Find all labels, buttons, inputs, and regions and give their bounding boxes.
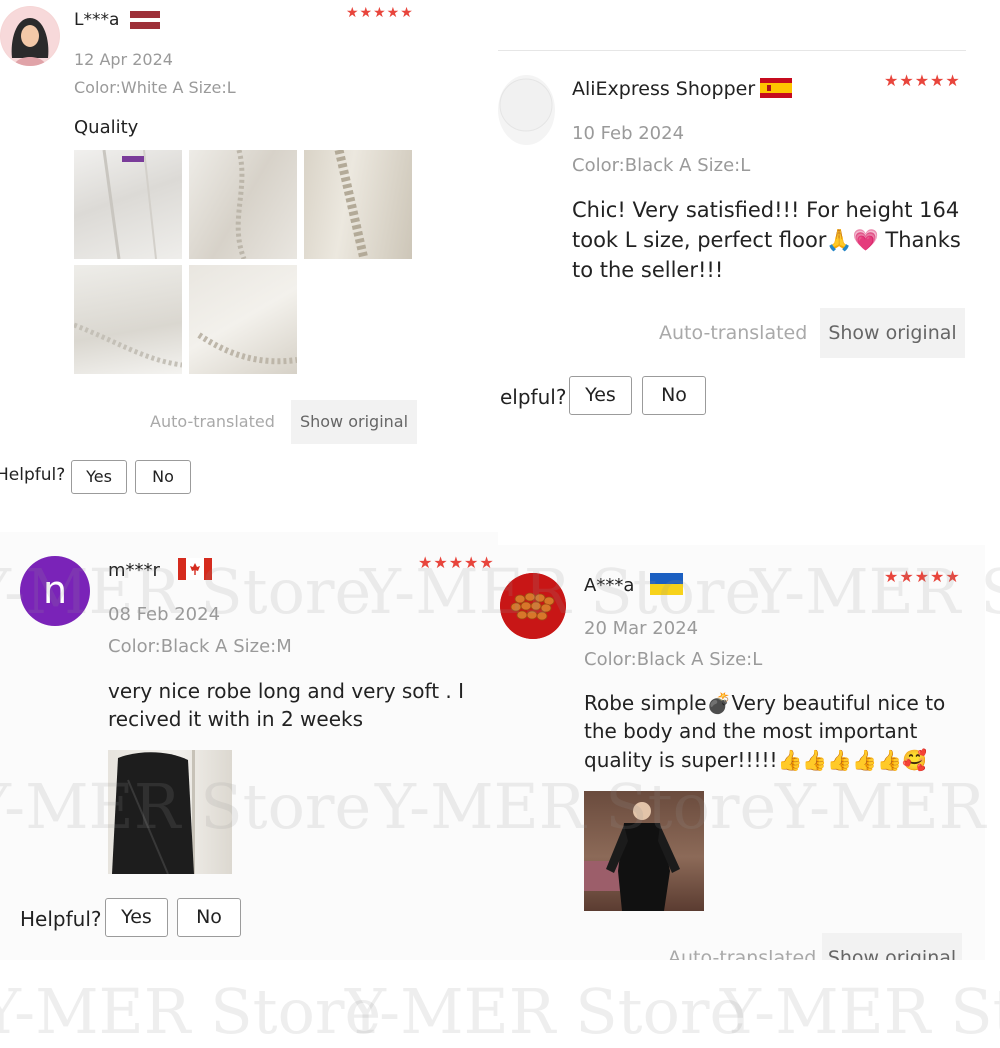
reviewer-name: m***r [108, 560, 160, 581]
reviewer-name: L***a [74, 10, 120, 30]
review-photo[interactable] [189, 150, 297, 259]
product-variant: Color:Black A Size:M [108, 636, 292, 657]
no-button[interactable]: No [642, 376, 706, 415]
auto-translated-label: Auto-translated [150, 412, 275, 431]
review-photo[interactable] [74, 150, 182, 259]
helpful-label: Helpful? [0, 465, 66, 485]
reviewer-name: AliExpress Shopper [572, 78, 756, 100]
star-rating: ★★★★★ [884, 567, 961, 586]
product-variant: Color:Black A Size:L [572, 155, 751, 176]
watermark: Y-MER Store [345, 975, 747, 1048]
review-card: L***a ★★★★★ 12 Apr 2024 Color:White A Si… [0, 0, 490, 515]
review-photo[interactable] [189, 265, 297, 374]
helpful-label: Helpful? [20, 907, 102, 931]
watermark: Y-MER Store [720, 975, 1000, 1048]
review-date: 12 Apr 2024 [74, 50, 173, 69]
review-text: Robe simple💣Very beautiful nice to the b… [584, 691, 946, 772]
show-original-button[interactable]: Show original [820, 308, 965, 358]
auto-translated-label: Auto-translated [668, 947, 817, 960]
yes-button[interactable]: Yes [569, 376, 632, 415]
avatar-letter: n [42, 568, 68, 612]
yes-button[interactable]: Yes [105, 898, 168, 937]
auto-translated-label: Auto-translated [659, 322, 808, 344]
review-text: Quality [74, 117, 139, 138]
yes-button[interactable]: Yes [71, 460, 127, 494]
spain-flag [760, 78, 792, 98]
avatar[interactable]: n [20, 556, 90, 626]
canada-flag [178, 558, 212, 580]
review-text: very nice robe long and very soft . I re… [108, 679, 465, 732]
review-photo[interactable] [74, 265, 182, 374]
no-button[interactable]: No [135, 460, 191, 494]
latvia-flag [130, 11, 160, 29]
star-rating: ★★★★★ [346, 5, 414, 21]
review-text: Chic! Very satisfied!!! For height 164 t… [572, 198, 961, 282]
review-photo[interactable] [584, 791, 704, 911]
helpful-label: elpful? [500, 385, 567, 409]
product-variant: Color:Black A Size:L [584, 649, 763, 670]
star-rating: ★★★★★ [884, 71, 961, 90]
review-photo[interactable] [304, 150, 412, 259]
avatar[interactable] [0, 6, 60, 66]
review-card: A***a ★★★★★ 20 Mar 2024 Color:Black A Si… [498, 545, 985, 960]
avatar[interactable] [498, 75, 555, 145]
product-variant: Color:White A Size:L [74, 78, 236, 97]
ukraine-flag [650, 573, 683, 595]
watermark: Y-MER Store [0, 975, 382, 1048]
review-date: 08 Feb 2024 [108, 604, 221, 625]
review-date: 10 Feb 2024 [572, 123, 685, 144]
review-card: AliExpress Shopper ★★★★★ 10 Feb 2024 Col… [498, 50, 1000, 440]
show-original-button[interactable]: Show original [291, 400, 417, 444]
reviewer-name: A***a [584, 575, 635, 596]
divider [498, 50, 966, 51]
star-rating: ★★★★★ [418, 553, 495, 572]
no-button[interactable]: No [177, 898, 241, 937]
show-original-button[interactable]: Show original [822, 933, 962, 960]
review-date: 20 Mar 2024 [584, 618, 699, 639]
avatar[interactable] [500, 573, 566, 639]
review-photo[interactable] [108, 750, 232, 874]
review-card: n m***r ★★★★★ 08 Feb 2024 Color:Black A … [0, 532, 498, 960]
